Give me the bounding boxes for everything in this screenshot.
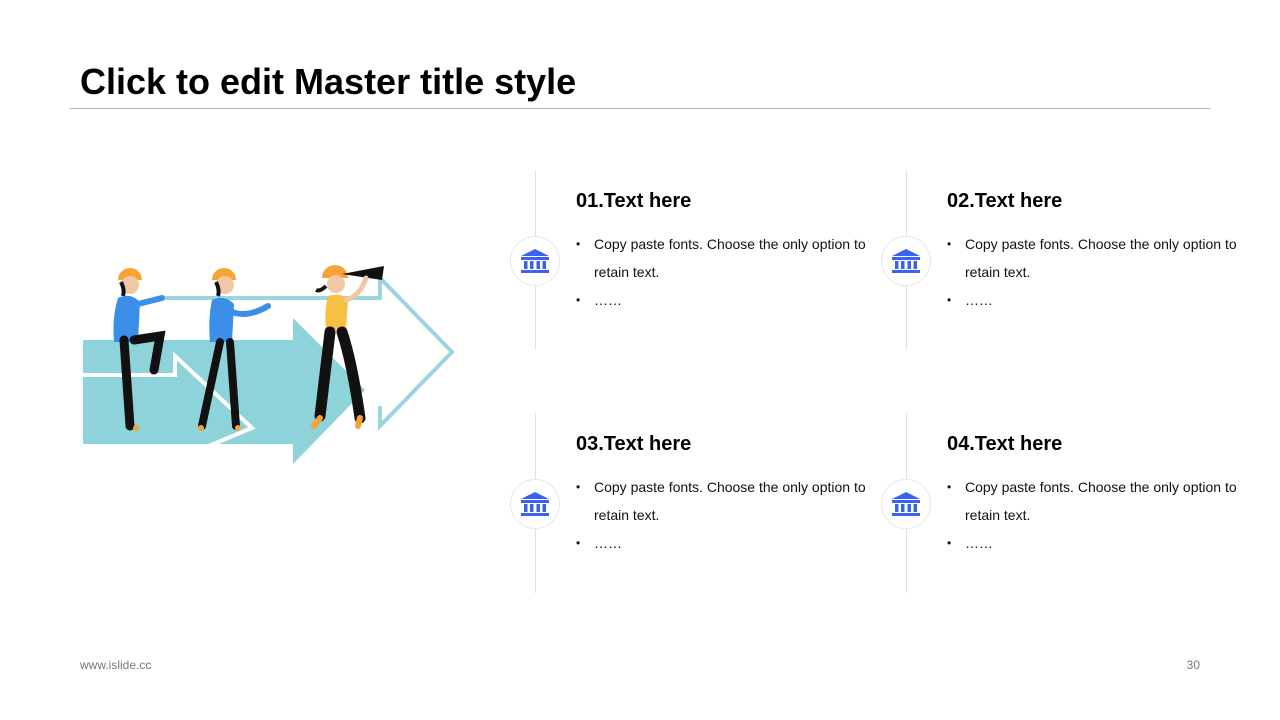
- info-card-1: 01.Text here Copy paste fonts. Choose th…: [510, 170, 875, 350]
- bullet-list: Copy paste fonts. Choose the only option…: [576, 230, 866, 314]
- bullet-item: ……: [947, 529, 1237, 557]
- slide-title: Click to edit Master title style: [80, 61, 577, 102]
- bullet-list: Copy paste fonts. Choose the only option…: [947, 473, 1237, 557]
- title-divider: [70, 108, 1210, 109]
- bank-icon: [510, 236, 560, 286]
- bullet-list: Copy paste fonts. Choose the only option…: [947, 230, 1237, 314]
- bullet-item: Copy paste fonts. Choose the only option…: [576, 230, 866, 286]
- bullet-item: Copy paste fonts. Choose the only option…: [576, 473, 866, 529]
- bullet-item: ……: [947, 286, 1237, 314]
- footer-url[interactable]: www.islide.cc: [80, 658, 151, 672]
- card-title: 03.Text here: [576, 433, 692, 455]
- info-card-4: 04.Text here Copy paste fonts. Choose th…: [881, 413, 1246, 593]
- card-title: 04.Text here: [947, 433, 1063, 455]
- bullet-item: ……: [576, 286, 866, 314]
- team-arrow-illustration: [83, 265, 455, 464]
- info-card-3: 03.Text here Copy paste fonts. Choose th…: [510, 413, 875, 593]
- bullet-item: Copy paste fonts. Choose the only option…: [947, 230, 1237, 286]
- bullet-list: Copy paste fonts. Choose the only option…: [576, 473, 866, 557]
- bank-icon: [881, 479, 931, 529]
- bank-icon: [510, 479, 560, 529]
- bank-icon: [881, 236, 931, 286]
- info-card-2: 02.Text here Copy paste fonts. Choose th…: [881, 170, 1246, 350]
- bullet-item: ……: [576, 529, 866, 557]
- page-number: 30: [1186, 658, 1200, 672]
- card-title: 01.Text here: [576, 190, 692, 212]
- bullet-item: Copy paste fonts. Choose the only option…: [947, 473, 1237, 529]
- card-title: 02.Text here: [947, 190, 1063, 212]
